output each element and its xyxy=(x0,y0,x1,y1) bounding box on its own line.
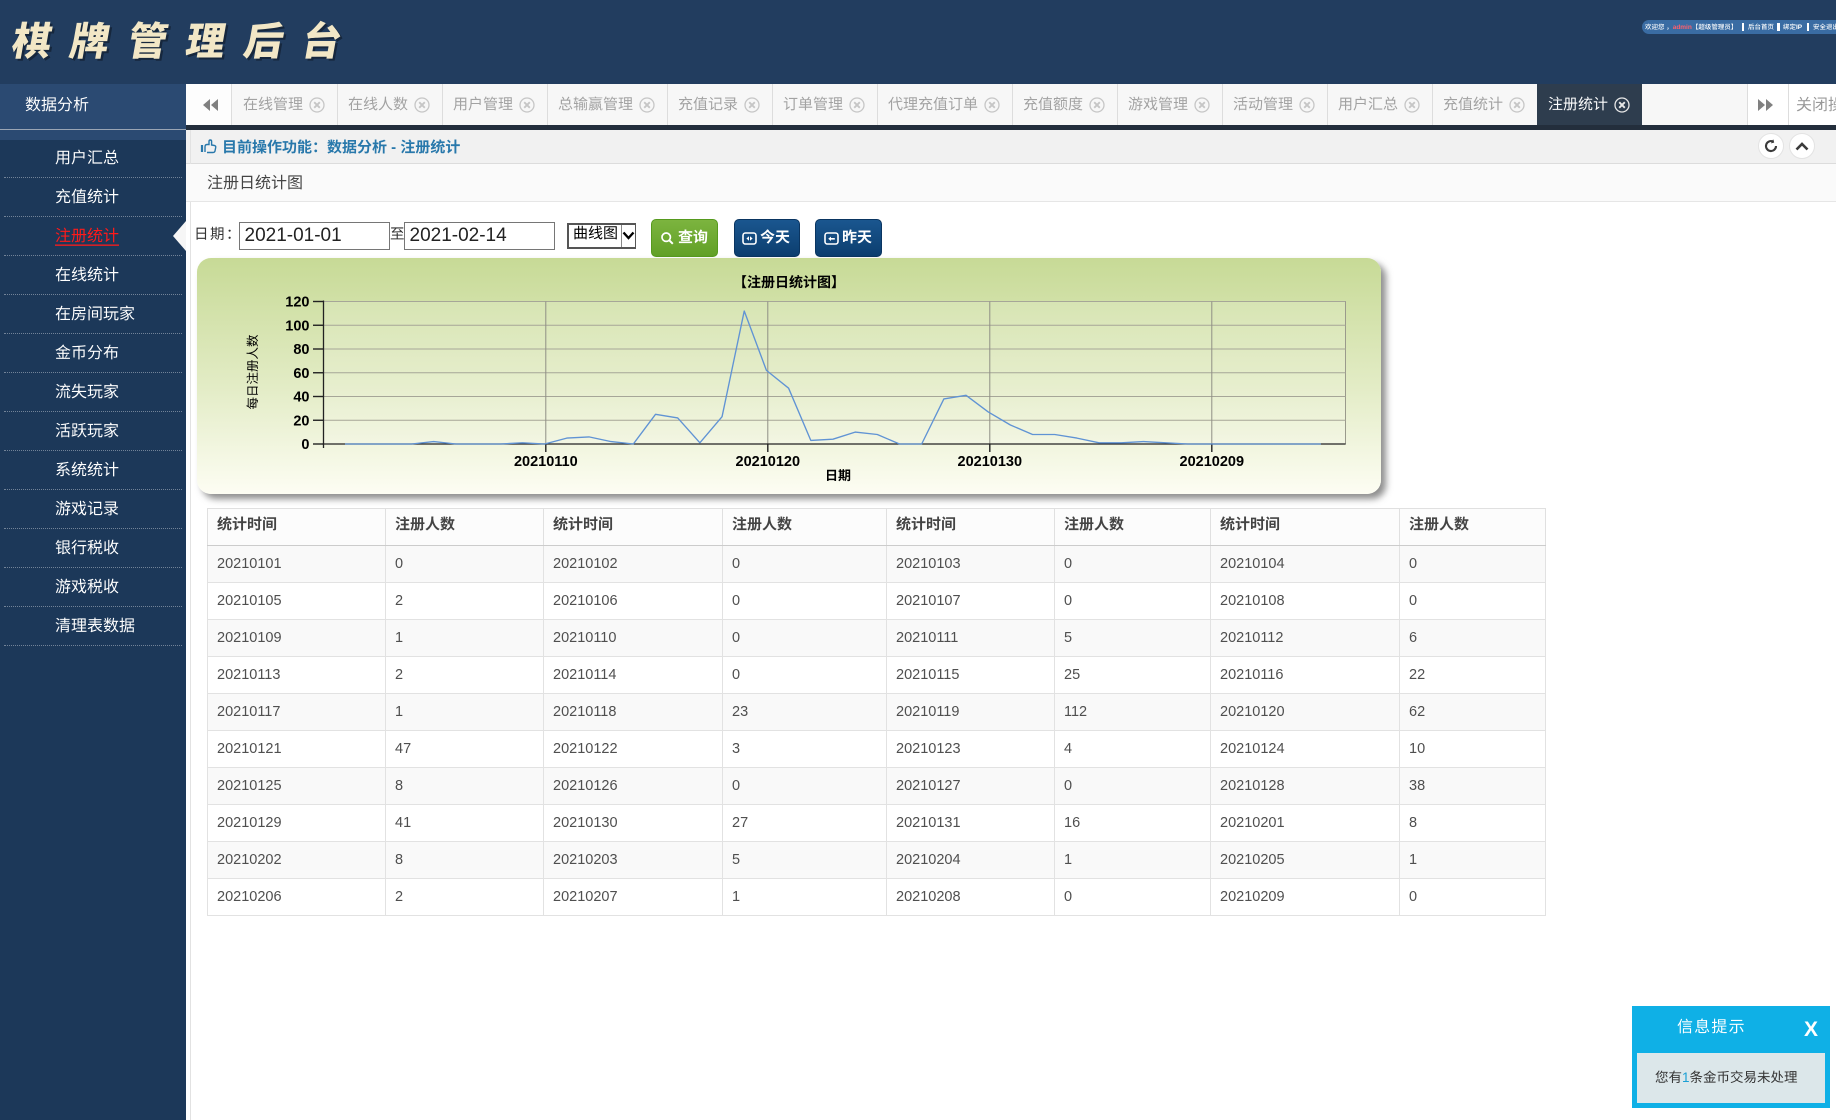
svg-text:40: 40 xyxy=(293,390,309,406)
svg-text:1: 1 xyxy=(1682,1070,1690,1085)
svg-text:20210130: 20210130 xyxy=(958,454,1023,470)
svg-text:20: 20 xyxy=(293,413,309,429)
svg-text:20210110: 20210110 xyxy=(514,454,578,470)
svg-text:IP: IP xyxy=(1796,24,1803,31)
svg-text:admin: admin xyxy=(1673,24,1692,31)
svg-text:-: - xyxy=(387,139,400,156)
svg-text:120: 120 xyxy=(285,295,309,311)
svg-text:20210209: 20210209 xyxy=(1180,454,1245,470)
svg-text:100: 100 xyxy=(285,318,309,334)
svg-text:60: 60 xyxy=(293,366,309,382)
svg-text:80: 80 xyxy=(293,342,309,358)
svg-text:0: 0 xyxy=(301,437,309,453)
svg-text:20210120: 20210120 xyxy=(736,454,801,470)
